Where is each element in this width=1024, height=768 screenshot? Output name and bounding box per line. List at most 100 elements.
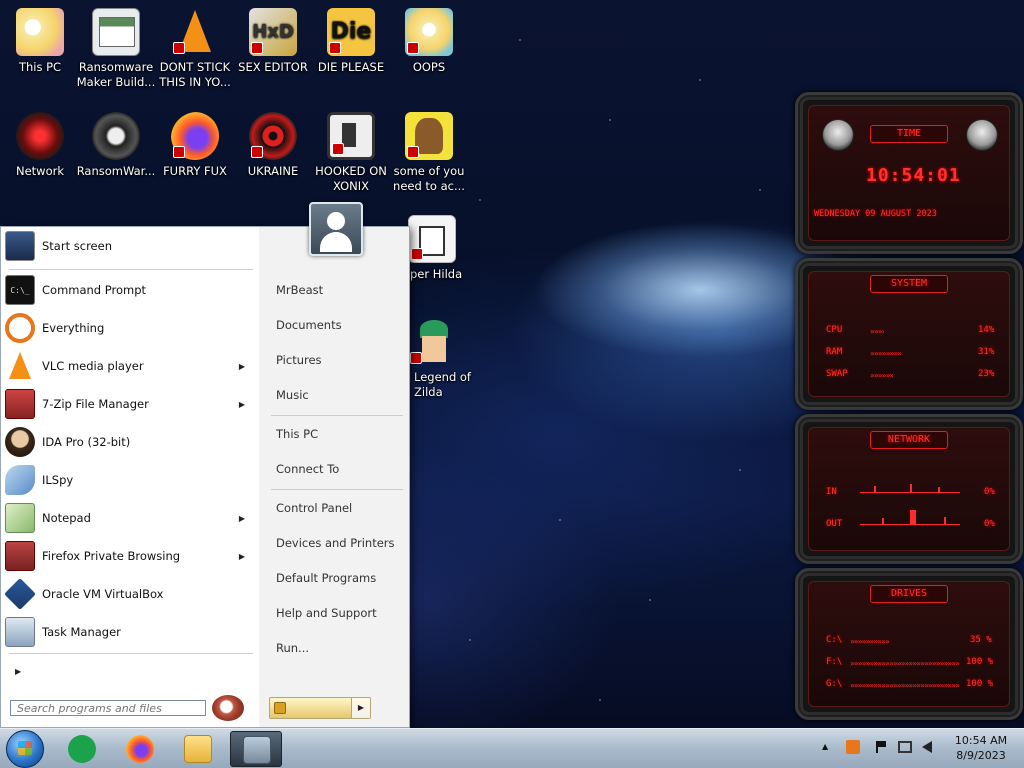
power-icon [274,702,286,714]
place-pictures[interactable]: Pictures [269,349,403,371]
program-everything[interactable]: Everything [5,311,253,345]
search-icon[interactable] [212,695,244,721]
widget-clock: 10:54:01 [866,165,961,186]
desktop-icon-this-pc[interactable]: This PC [0,8,80,75]
desktop-icon-label: UKRAINE [247,164,299,178]
program-label: IDA Pro (32-bit) [42,435,131,449]
hilda-icon [408,215,456,263]
vlc-cone-icon [5,351,35,381]
ram-label: RAM [826,347,843,357]
place-music[interactable]: Music [269,384,403,406]
desktop-icon-ransomware-maker[interactable]: Ransomware Maker Build... [76,8,156,90]
place-connect-to[interactable]: Connect To [269,458,403,480]
network-title: NETWORK [870,431,948,449]
vlc-cone-icon [171,8,219,56]
green-app-icon [68,735,96,763]
place-user-folder[interactable]: MrBeast [269,279,403,301]
program-7zip-file-manager[interactable]: 7-Zip File Manager ▶ [5,387,253,421]
taskbar-firefox[interactable] [114,731,166,767]
desktop-icon-die-please[interactable]: Die DIE PLEASE [311,8,391,75]
submenu-arrow-icon: ▶ [238,361,245,371]
program-label: ILSpy [42,473,74,487]
program-ida-pro[interactable]: IDA Pro (32-bit) [5,425,253,459]
volume-icon[interactable] [922,741,932,753]
desktop-icon-label: SEX EDITOR [238,60,308,74]
firefox-icon [126,735,154,763]
7zip-icon [5,389,35,419]
skull-icon [92,112,140,160]
cpu-value: 14% [978,325,995,335]
all-programs-arrow-icon[interactable]: ▶ [15,667,21,676]
shutdown-options-arrow-icon[interactable]: ▶ [351,698,370,718]
start-button[interactable] [6,730,44,768]
place-control-panel[interactable]: Control Panel [269,497,403,519]
start-screen-icon [5,231,35,261]
tray-overflow-arrow-icon[interactable]: ▲ [822,742,828,751]
place-documents[interactable]: Documents [269,314,403,336]
desktop-icon-label: FURRY FUX [163,164,227,178]
search-input[interactable] [10,700,206,716]
desktop-icon-ransomwar[interactable]: RansomWar... [76,112,156,179]
desktop-icon-label: RansomWar... [76,164,156,178]
taskbar-active-window[interactable] [230,731,282,767]
drives-title: DRIVES [870,585,948,603]
shutdown-button[interactable]: ▶ [269,697,371,719]
dog-icon [405,112,453,160]
desktop-icon-furry-fux[interactable]: FURRY FUX [155,112,235,179]
notepad-icon [5,503,35,533]
network-in-value: 0% [984,487,995,497]
program-ilspy[interactable]: ILSpy [5,463,253,497]
desktop-icon-oops[interactable]: OOPS [389,8,469,75]
flag-icon[interactable] [876,741,886,753]
taskbar-clock[interactable]: 10:54 AM 8/9/2023 [946,733,1016,763]
program-notepad[interactable]: Notepad ▶ [5,501,253,535]
desktop-icon-sex-editor[interactable]: HxD SEX EDITOR [233,8,313,75]
network-out-graph [860,509,960,525]
firefox-icon [171,112,219,160]
place-default-programs[interactable]: Default Programs [269,567,403,589]
desktop-icon-hooked-on-xonix[interactable]: HOOKED ON XONIX [311,112,391,194]
desktop-icon-ukraine[interactable]: UKRAINE [233,112,313,179]
drive-c-label: C:\ [826,635,843,645]
desktop-icon-dont-stick[interactable]: DONT STICK THIS IN YO... [155,8,235,90]
program-virtualbox[interactable]: Oracle VM VirtualBox [4,577,253,611]
place-devices-and-printers[interactable]: Devices and Printers [269,532,403,554]
program-firefox-private[interactable]: Firefox Private Browsing ▶ [5,539,253,573]
drive-f-label: F:\ [826,657,843,667]
windows-logo-icon [18,741,32,755]
tray-app-icon[interactable] [846,740,860,754]
ram-value: 31% [978,347,995,357]
program-label: 7-Zip File Manager [42,397,149,411]
firefox-private-icon [5,541,35,571]
place-help-and-support[interactable]: Help and Support [269,602,403,624]
place-run[interactable]: Run... [269,637,403,659]
user-avatar[interactable] [309,202,363,256]
program-label: Firefox Private Browsing [42,549,181,563]
program-task-manager[interactable]: Task Manager [5,615,253,649]
system-title: SYSTEM [870,275,948,293]
program-label: Oracle VM VirtualBox [42,587,164,601]
widget-date: WEDNESDAY 09 AUGUST 2023 [814,209,937,219]
separator [271,415,403,416]
place-this-pc[interactable]: This PC [269,423,403,445]
program-label: Command Prompt [42,283,147,297]
program-vlc-media-player[interactable]: VLC media player ▶ [5,349,253,383]
separator [9,653,253,654]
program-start-screen[interactable]: Start screen [5,229,253,263]
taskbar-app-green[interactable] [56,731,108,767]
swap-bar: »»»»»»»»»»»»»»»»»»»»»»»» [870,371,893,379]
cpu-bar: »»»»»»»»»»»»»»»»»»»»»»»» [870,327,884,335]
swap-label: SWAP [826,369,848,379]
alien-head-icon [822,119,854,151]
program-command-prompt[interactable]: C:\_ Command Prompt [5,273,253,307]
window-app-icon [243,736,271,764]
drive-c-bar: »»»»»»»»»»»»»»»»»»»»»»»»»»»» [850,637,889,645]
separator [271,489,403,490]
desktop-icon-network[interactable]: Network [0,112,80,179]
taskbar-file-explorer[interactable] [172,731,224,767]
submenu-arrow-icon: ▶ [238,513,245,523]
network-icon [16,112,64,160]
desktop-icon-some-of-you[interactable]: some of you need to ac... [389,112,469,194]
network-tray-icon[interactable] [898,741,912,753]
start-menu-programs-pane: Start screen C:\_ Command Prompt Everyth… [1,227,259,727]
